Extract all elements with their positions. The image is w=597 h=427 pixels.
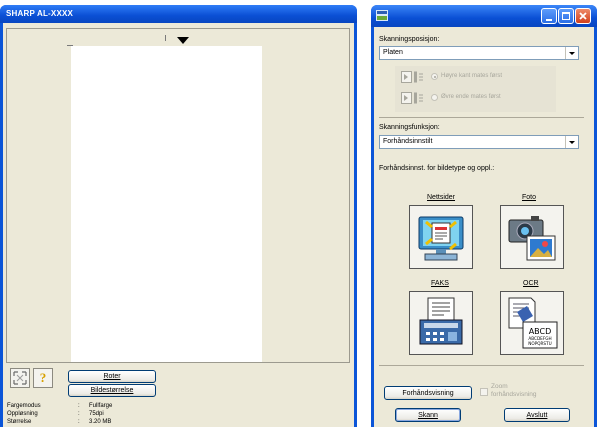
help-button[interactable]: ? bbox=[33, 368, 53, 388]
preset-photo-button[interactable] bbox=[500, 205, 564, 269]
info-sep: : bbox=[78, 411, 80, 417]
divider bbox=[379, 365, 584, 366]
chevron-down-icon[interactable] bbox=[565, 47, 578, 59]
preview-paper bbox=[71, 46, 262, 362]
preset-caption: Forhåndsinnst. for bildetype og oppl.: bbox=[379, 165, 495, 172]
zoom-preview-label-1: Zoom bbox=[491, 383, 508, 390]
scan-button-label: Skann bbox=[418, 411, 438, 419]
feed-right-edge-radio[interactable] bbox=[431, 73, 438, 80]
info-sep: : bbox=[78, 419, 80, 425]
ruler-tick bbox=[165, 35, 166, 41]
preset-fax-button[interactable] bbox=[409, 291, 473, 355]
zoom-preview-checkbox[interactable] bbox=[480, 388, 488, 396]
preview-window: SHARP AL-XXXX ? Roter Bildestørrelse Far… bbox=[0, 5, 357, 427]
image-size-button[interactable]: Bildestørrelse bbox=[68, 384, 156, 397]
fax-machine-icon bbox=[412, 294, 470, 352]
preview-button[interactable]: Forhåndsvisning bbox=[384, 386, 472, 400]
info-value: 3.20 MB bbox=[89, 419, 112, 425]
scan-position-value: Platen bbox=[383, 49, 403, 56]
scan-position-label: Skanningsposisjon: bbox=[379, 36, 440, 43]
maximize-icon bbox=[562, 12, 570, 20]
info-key: Oppløsning bbox=[7, 411, 38, 417]
select-area-icon bbox=[13, 371, 27, 385]
rotate-button[interactable]: Roter bbox=[68, 370, 156, 383]
preset-label-fax: FAKS bbox=[431, 280, 449, 287]
preset-ocr-button[interactable]: ABCD ABCDEFGH NOPQRSTU bbox=[500, 291, 564, 355]
preset-label-ocr: OCR bbox=[523, 280, 539, 287]
preview-area[interactable] bbox=[6, 28, 350, 363]
info-key: Størrelse bbox=[7, 419, 32, 425]
scanner-settings-window: Skanningsposisjon: Platen Høyre kant mat… bbox=[371, 5, 597, 427]
help-icon: ? bbox=[39, 370, 47, 385]
ocr-document-icon: ABCD ABCDEFGH NOPQRSTU bbox=[503, 294, 561, 352]
close-icon bbox=[579, 12, 587, 20]
preview-window-title: SHARP AL-XXXX bbox=[6, 9, 74, 18]
select-area-button[interactable] bbox=[10, 368, 30, 388]
app-icon bbox=[376, 10, 388, 21]
exit-button-label: Avslutt bbox=[526, 411, 548, 419]
feed-right-edge-icon bbox=[401, 71, 423, 83]
scan-position-select[interactable]: Platen bbox=[379, 46, 579, 60]
exit-button[interactable]: Avslutt bbox=[504, 408, 570, 422]
chevron-down-icon[interactable] bbox=[565, 136, 578, 148]
scan-button[interactable]: Skann bbox=[395, 408, 461, 422]
preview-window-titlebar[interactable]: SHARP AL-XXXX bbox=[0, 5, 357, 23]
feed-options-panel: Høyre kant mates først Øvre ende mates f… bbox=[395, 66, 556, 112]
scan-function-label: Skanningsfunksjon: bbox=[379, 124, 440, 131]
preview-window-client: ? Roter Bildestørrelse Fargemodus : Full… bbox=[3, 23, 354, 427]
divider bbox=[379, 117, 584, 118]
feed-top-edge-label: Øvre ende mates først bbox=[441, 94, 501, 100]
settings-window-client: Skanningsposisjon: Platen Høyre kant mat… bbox=[374, 27, 594, 427]
maximize-button[interactable] bbox=[558, 8, 574, 24]
info-value: Fullfarge bbox=[89, 403, 113, 409]
close-button[interactable] bbox=[575, 8, 591, 24]
minimize-icon bbox=[546, 19, 552, 21]
rotate-button-label: Roter bbox=[103, 373, 121, 380]
minimize-button[interactable] bbox=[541, 8, 557, 24]
info-value: 75dpi bbox=[89, 411, 104, 417]
position-marker-arrow-icon bbox=[177, 37, 189, 44]
scan-function-value: Forhåndsinnstilt bbox=[383, 138, 433, 145]
feed-top-edge-icon bbox=[401, 92, 423, 104]
camera-photo-icon bbox=[503, 208, 561, 266]
scan-function-select[interactable]: Forhåndsinnstilt bbox=[379, 135, 579, 149]
info-key: Fargemodus bbox=[7, 403, 41, 409]
svg-text:NOPQRSTU: NOPQRSTU bbox=[528, 341, 551, 346]
feed-top-edge-radio[interactable] bbox=[431, 94, 438, 101]
preview-button-label: Forhåndsvisning bbox=[402, 389, 454, 397]
feed-right-edge-label: Høyre kant mates først bbox=[441, 73, 503, 79]
svg-text:ABCD: ABCD bbox=[529, 327, 552, 336]
zoom-preview-label-2: forhåndsvisning bbox=[491, 391, 537, 398]
info-sep: : bbox=[78, 403, 80, 409]
preset-label-photo: Foto bbox=[522, 194, 537, 201]
preset-web-button[interactable] bbox=[409, 205, 473, 269]
settings-window-titlebar[interactable] bbox=[371, 5, 597, 27]
web-monitor-icon bbox=[412, 208, 470, 266]
preset-label-web: Nettsider bbox=[427, 194, 456, 201]
image-size-button-label: Bildestørrelse bbox=[90, 387, 134, 394]
